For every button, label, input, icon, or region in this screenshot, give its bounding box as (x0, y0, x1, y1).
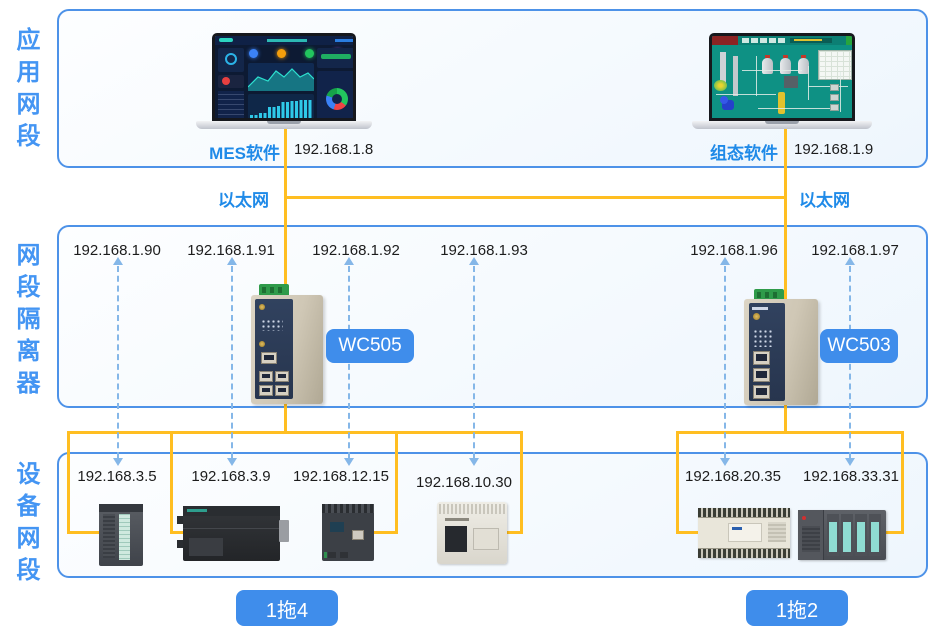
drop-line-4 (520, 431, 523, 534)
mapping-arrow-down-5 (720, 458, 730, 466)
ethernet-horizontal-line (284, 196, 787, 199)
wc505-wan-ip-3: 192.168.1.92 (312, 242, 400, 259)
section-label-device: 设备网段 (8, 461, 43, 589)
stub-line-6 (884, 531, 904, 534)
mes-software-label: MES软件 (180, 139, 280, 164)
wc505-wan-ip-4: 192.168.1.93 (440, 242, 528, 259)
bus-line-left (67, 431, 523, 434)
mes-laptop-screen (212, 33, 356, 121)
group-badge-left: 1拖4 (236, 590, 338, 626)
group-badge-right: 1拖2 (746, 590, 848, 626)
plc-device-5-image (698, 508, 790, 558)
plc-device-3-image (322, 504, 374, 561)
drop-line-3 (395, 431, 398, 534)
wc503-gateway-image (744, 289, 818, 405)
device-ip-5: 192.168.20.35 (685, 468, 781, 485)
device-ip-6: 192.168.33.31 (803, 468, 899, 485)
network-topology-diagram: 应用网段 网段隔离器 设备网段 (0, 0, 939, 634)
plc-device-4-image (437, 502, 507, 564)
mapping-arrow-down-3 (344, 458, 354, 466)
mapping-arrow-down-1 (113, 458, 123, 466)
wc503-model-badge: WC503 (820, 329, 898, 363)
plc-device-2-image (183, 506, 280, 561)
wc503-wan-ip-2: 192.168.1.97 (811, 242, 899, 259)
bus-line-right (676, 431, 904, 434)
ethernet-label-right: 以太网 (799, 186, 850, 211)
device-ip-3: 192.168.12.15 (293, 468, 389, 485)
stub-line-1 (67, 531, 101, 534)
scada-ip-label: 192.168.1.9 (794, 141, 873, 158)
drop-line-6 (901, 431, 904, 534)
mapping-arrow-down-6 (845, 458, 855, 466)
scada-software-label: 组态软件 (680, 139, 778, 164)
scada-laptop-screen (709, 33, 855, 121)
device-ip-2: 192.168.3.9 (191, 468, 270, 485)
wc503-wan-ip-1: 192.168.1.96 (690, 242, 778, 259)
mapping-arrow-down-2 (227, 458, 237, 466)
stub-line-4 (505, 531, 523, 534)
ethernet-label-left: 以太网 (218, 186, 269, 211)
mapping-arrow-down-4 (469, 458, 479, 466)
wc505-gateway-image (251, 284, 323, 404)
drop-line-2 (170, 431, 173, 534)
section-label-isolator: 网段隔离器 (8, 242, 43, 402)
section-label-application: 应用网段 (8, 27, 43, 155)
mapping-arrow-line-1 (117, 266, 119, 458)
device-ip-4: 192.168.10.30 (416, 474, 512, 491)
drop-line-5 (676, 431, 679, 534)
plc-device-1-image (99, 504, 143, 566)
mapping-arrow-line-4 (473, 266, 475, 458)
mes-laptop-base (196, 121, 372, 129)
scada-laptop-image (692, 31, 872, 129)
mapping-arrow-line-5 (724, 266, 726, 458)
wc505-wan-ip-1: 192.168.1.90 (73, 242, 161, 259)
plc-device-6-image (798, 510, 886, 560)
stub-line-3 (373, 531, 398, 534)
scada-laptop-base (692, 121, 872, 129)
wc505-model-badge: WC505 (326, 329, 414, 363)
wc505-wan-ip-2: 192.168.1.91 (187, 242, 275, 259)
drop-line-1 (67, 431, 70, 534)
device-ip-1: 192.168.3.5 (77, 468, 156, 485)
mes-laptop-image (196, 31, 372, 129)
mapping-arrow-line-2 (231, 266, 233, 458)
mes-ip-label: 192.168.1.8 (294, 141, 373, 158)
